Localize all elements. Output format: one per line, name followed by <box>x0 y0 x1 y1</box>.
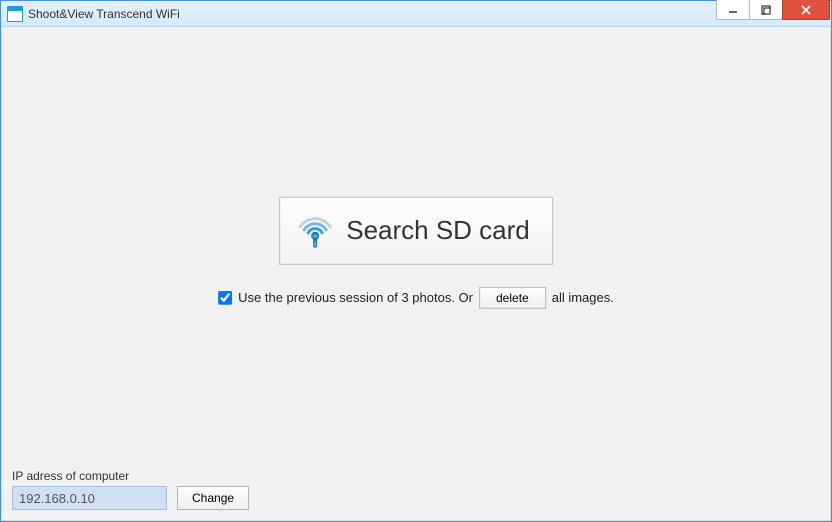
maximize-icon <box>761 5 771 15</box>
footer-panel: IP adress of computer Change <box>12 469 249 510</box>
maximize-button[interactable] <box>749 0 783 20</box>
center-panel: Search SD card Use the previous session … <box>218 196 614 308</box>
titlebar: Shoot&View Transcend WiFi <box>1 1 831 27</box>
search-sd-card-button[interactable]: Search SD card <box>279 196 553 264</box>
window-controls <box>717 0 831 20</box>
delete-button[interactable]: delete <box>479 286 546 308</box>
window-title: Shoot&View Transcend WiFi <box>28 7 717 21</box>
search-button-label: Search SD card <box>346 215 530 246</box>
app-icon <box>7 6 23 22</box>
client-area: Search SD card Use the previous session … <box>1 27 831 521</box>
ip-label: IP adress of computer <box>12 469 249 483</box>
change-button[interactable]: Change <box>177 486 249 510</box>
ip-address-input[interactable] <box>12 486 167 510</box>
use-previous-session-checkbox[interactable] <box>218 290 232 304</box>
wifi-icon <box>294 209 336 251</box>
close-button[interactable] <box>782 0 830 20</box>
minimize-icon <box>728 5 738 15</box>
session-row: Use the previous session of 3 photos. Or… <box>218 286 614 308</box>
minimize-button[interactable] <box>716 0 750 20</box>
close-icon <box>800 4 812 16</box>
session-label-prefix: Use the previous session of 3 photos. Or <box>238 290 473 305</box>
session-label-suffix: all images. <box>552 290 614 305</box>
